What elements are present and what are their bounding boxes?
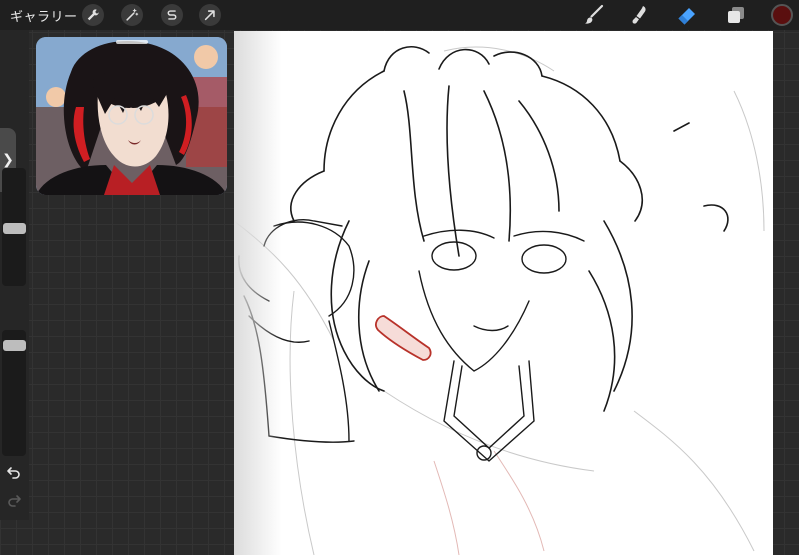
magic-wand-icon [126, 8, 139, 21]
chevron-right-icon: ❯ [2, 152, 14, 168]
layers-icon [728, 7, 744, 23]
left-sidebar: ❯ [0, 30, 29, 520]
redo-icon [8, 495, 21, 507]
redo-button[interactable] [6, 492, 22, 508]
color-picker-button[interactable] [771, 4, 793, 26]
smudge-icon [632, 6, 646, 24]
canvas-edge-shade [234, 31, 282, 555]
eraser-tool[interactable] [675, 3, 699, 27]
top-toolbar: ギャラリー [0, 0, 799, 30]
wrench-icon [87, 9, 99, 21]
drawing-canvas[interactable] [234, 31, 773, 555]
reference-window[interactable] [36, 37, 227, 195]
eraser-icon [678, 8, 695, 25]
brush-size-thumb[interactable] [3, 223, 26, 234]
transform-button[interactable] [199, 4, 221, 26]
selection-button[interactable] [161, 4, 183, 26]
brush-icon [585, 4, 604, 24]
undo-icon [7, 467, 20, 479]
gallery-button[interactable]: ギャラリー [10, 6, 78, 25]
undo-button[interactable] [6, 464, 22, 480]
smudge-tool[interactable] [628, 3, 652, 27]
layers-tool[interactable] [724, 3, 748, 27]
line-art-sketch [234, 45, 765, 555]
actions-button[interactable] [82, 4, 104, 26]
reference-drag-handle[interactable] [116, 40, 148, 44]
reference-image [36, 37, 227, 195]
adjustments-button[interactable] [121, 4, 143, 26]
brush-tool[interactable] [582, 3, 606, 27]
selection-s-icon [167, 10, 177, 20]
arrow-cursor-icon [204, 10, 215, 21]
opacity-thumb[interactable] [3, 340, 26, 351]
